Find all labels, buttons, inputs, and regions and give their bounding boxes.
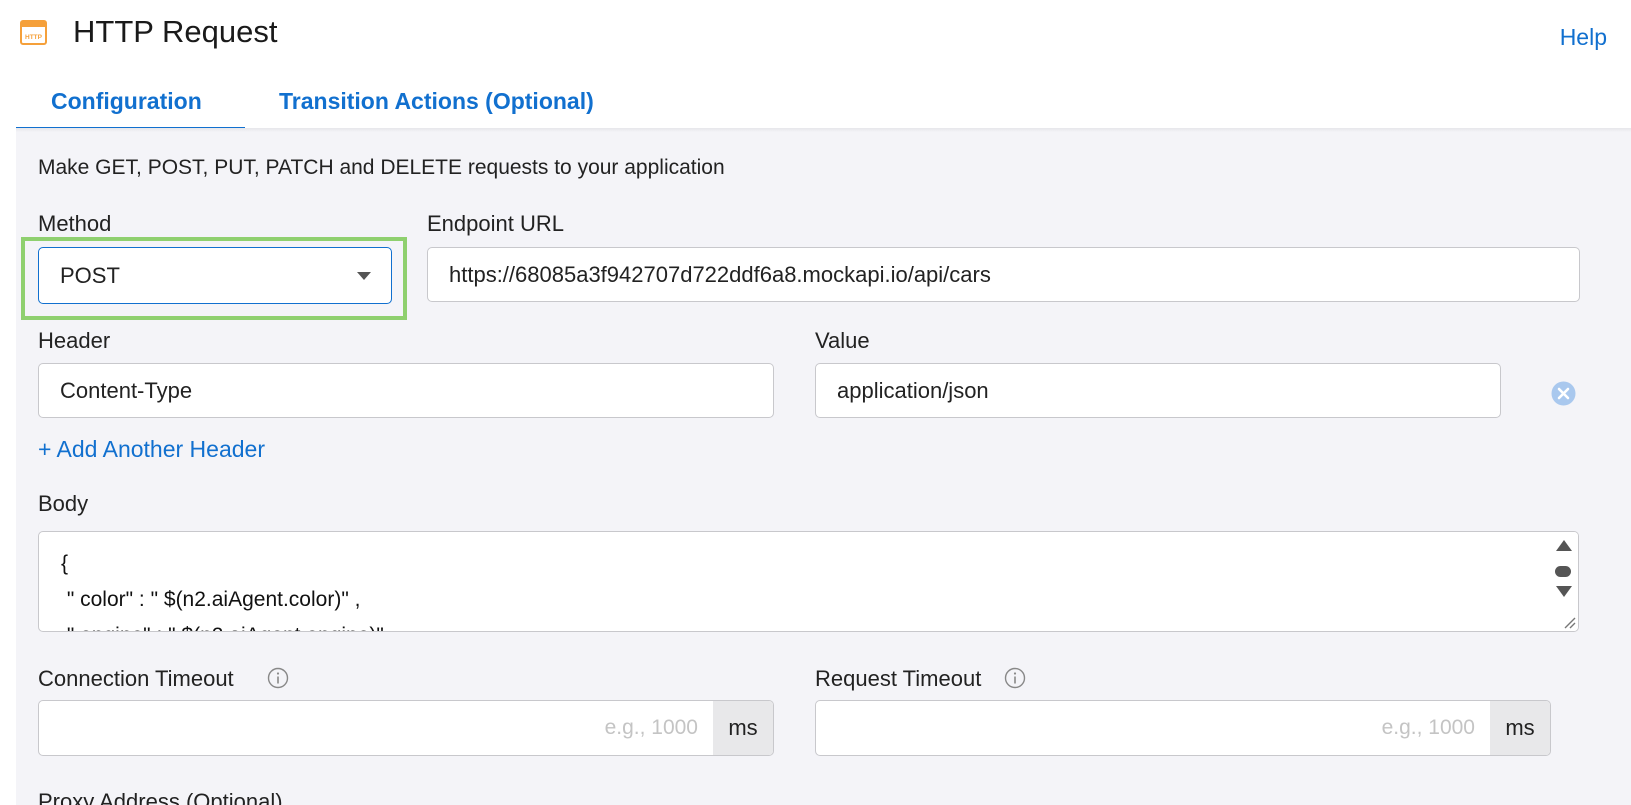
connection-timeout-field: ms bbox=[38, 700, 774, 756]
endpoint-label: Endpoint URL bbox=[427, 211, 564, 236]
request-timeout-field: ms bbox=[815, 700, 1551, 756]
value-label: Value bbox=[815, 328, 870, 353]
request-timeout-label: Request Timeout bbox=[815, 666, 982, 691]
panel-divider bbox=[16, 128, 1631, 132]
info-icon[interactable] bbox=[267, 667, 289, 689]
scroll-down-arrow-icon[interactable] bbox=[1556, 586, 1572, 597]
connection-timeout-unit: ms bbox=[713, 701, 773, 755]
endpoint-url-value: https://68085a3f942707d722ddf6a8.mockapi… bbox=[449, 261, 991, 287]
info-icon[interactable] bbox=[1004, 667, 1026, 689]
body-content: { " color" : " $(n2.aiAgent.color)" , " … bbox=[61, 552, 384, 631]
scroll-thumb[interactable] bbox=[1555, 566, 1571, 577]
http-app-icon: HTTP bbox=[20, 20, 47, 45]
tab-configuration[interactable]: Configuration bbox=[51, 88, 202, 115]
panel-description: Make GET, POST, PUT, PATCH and DELETE re… bbox=[38, 156, 725, 179]
header-bar: HTTP HTTP Request Help bbox=[0, 0, 1631, 70]
scroll-up-arrow-icon[interactable] bbox=[1556, 540, 1572, 551]
page-title: HTTP Request bbox=[73, 14, 278, 49]
method-select[interactable]: POST bbox=[38, 247, 392, 304]
tab-bar: Configuration Transition Actions (Option… bbox=[0, 70, 1631, 130]
body-label: Body bbox=[38, 491, 89, 516]
header-value-value: application/json bbox=[837, 377, 989, 403]
connection-timeout-label: Connection Timeout bbox=[38, 666, 234, 691]
resize-handle-icon[interactable] bbox=[1562, 615, 1576, 629]
add-another-header-link[interactable]: + Add Another Header bbox=[38, 436, 265, 463]
request-timeout-input[interactable] bbox=[816, 701, 1491, 755]
header-name-value: Content-Type bbox=[60, 377, 193, 403]
chevron-down-icon bbox=[357, 272, 371, 280]
endpoint-url-input[interactable]: https://68085a3f942707d722ddf6a8.mockapi… bbox=[427, 247, 1580, 302]
header-label: Header bbox=[38, 328, 111, 353]
help-link[interactable]: Help bbox=[1560, 24, 1607, 51]
tab-transition-actions[interactable]: Transition Actions (Optional) bbox=[279, 88, 594, 115]
header-name-input[interactable]: Content-Type bbox=[38, 363, 774, 418]
proxy-address-label: Proxy Address (Optional) bbox=[38, 789, 283, 805]
svg-text:HTTP: HTTP bbox=[25, 34, 43, 41]
method-value: POST bbox=[60, 262, 120, 288]
method-label: Method bbox=[38, 211, 112, 236]
connection-timeout-input[interactable] bbox=[39, 701, 714, 755]
body-textarea[interactable]: { " color" : " $(n2.aiAgent.color)" , " … bbox=[38, 531, 1579, 632]
remove-header-icon[interactable] bbox=[1551, 381, 1576, 406]
header-value-input[interactable]: application/json bbox=[815, 363, 1501, 418]
request-timeout-unit: ms bbox=[1490, 701, 1550, 755]
